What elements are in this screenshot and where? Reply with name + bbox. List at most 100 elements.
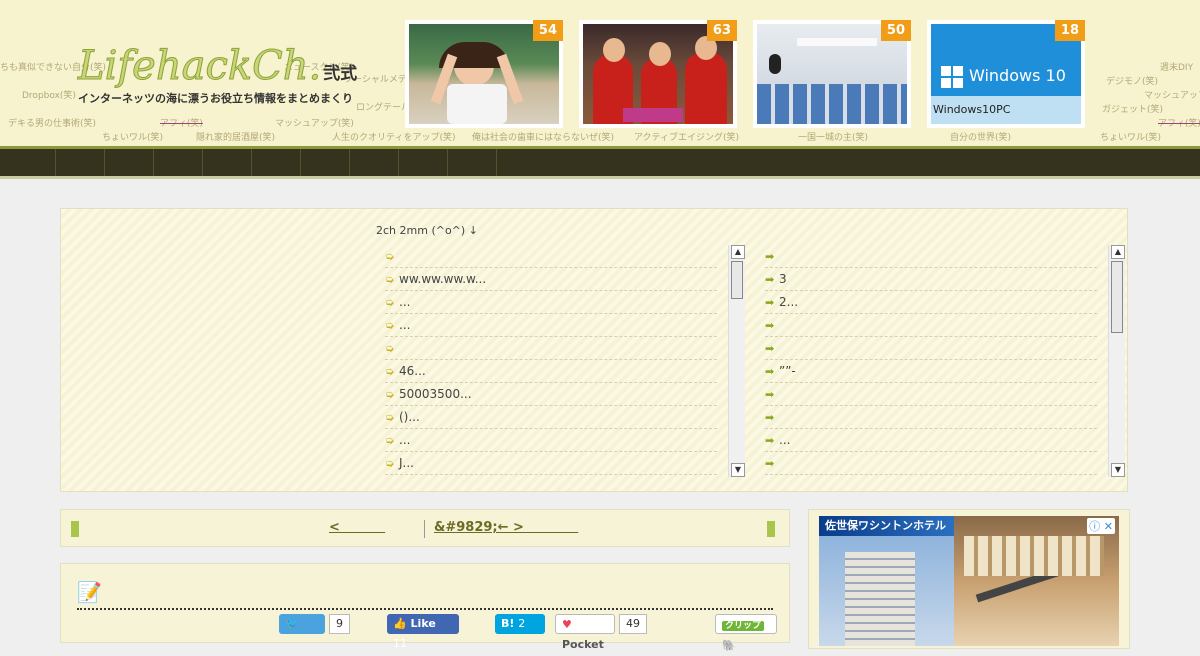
bg-tag[interactable]: 一国一城の主(笑)	[798, 130, 868, 143]
nav-item[interactable]	[55, 149, 104, 178]
bg-tag[interactable]: 人生のクオリティをアップ(笑)	[332, 130, 455, 143]
site-logo[interactable]: LifehackCh. 弐式 インターネッツの海に漂うお役立ち情報をまとめまくり	[77, 43, 358, 106]
arrow-icon: ➡	[765, 273, 775, 286]
bg-tag[interactable]: デジモノ(笑)	[1106, 74, 1158, 87]
featured-thumb-1[interactable]: 54	[405, 20, 563, 128]
bg-tag[interactable]: 自分の世界(笑)	[950, 130, 1011, 143]
list-item[interactable]: ➭ ww.ww.ww.w...	[385, 268, 717, 291]
nav-item[interactable]	[447, 149, 496, 178]
list-item[interactable]: ➡	[765, 314, 1097, 337]
bg-tag[interactable]: Dropbox(笑)	[22, 88, 76, 101]
scrollbar[interactable]: ▲ ▼	[728, 245, 745, 477]
list-item[interactable]: ➭	[385, 245, 717, 268]
arrow-icon: ➡	[765, 476, 779, 477]
scroll-down-icon[interactable]: ▼	[1111, 463, 1125, 477]
list-item[interactable]: ➡	[765, 383, 1097, 406]
ad-info-icon[interactable]: ⓘ ✕	[1087, 518, 1115, 534]
pocket-count: 49	[619, 614, 647, 634]
evernote-clip-button[interactable]: クリップ 🐘	[715, 614, 777, 652]
bg-tag[interactable]: アフィ(笑)	[160, 116, 203, 129]
next-article-link[interactable]: &#9829;← >	[434, 520, 578, 535]
list-item[interactable]: ➭ J...	[385, 452, 717, 475]
list-item[interactable]: ➭ ()...	[385, 406, 717, 429]
bg-tag[interactable]: マッシュアップ	[1144, 88, 1200, 101]
prev-article-link[interactable]: <	[329, 520, 385, 535]
hatena-bookmark-button[interactable]: B! 2	[495, 614, 545, 634]
nav-item[interactable]	[300, 149, 349, 178]
bg-tag[interactable]: アクティブエイジング(笑)	[634, 130, 739, 143]
twitter-button[interactable]: 🐦	[279, 614, 325, 634]
arrow-icon: ➭	[385, 457, 395, 470]
logo-main: LifehackCh.	[77, 43, 322, 89]
bg-tag[interactable]: 隠れ家的居酒屋(笑)	[196, 130, 275, 143]
bg-tag[interactable]: 週末DIY	[1160, 60, 1193, 73]
feed-list-left[interactable]: ➭ ➭ ww.ww.ww.w... ➭... ➭... ➭ ➭ 46... ➭ 500…	[375, 245, 745, 477]
featured-thumb-4[interactable]: Windows 10 Windows10PC 18	[927, 20, 1085, 128]
list-item[interactable]: ➡ 3	[765, 268, 1097, 291]
list-item[interactable]: ➭	[385, 337, 717, 360]
list-item[interactable]: ➡	[765, 337, 1097, 360]
bg-tag[interactable]: ガジェット(笑)	[1102, 102, 1163, 115]
memo-icon: 📝	[77, 580, 102, 604]
featured-thumb-2[interactable]: 63	[579, 20, 737, 128]
feed-title: 2ch 2mm (^o^) ↓	[376, 224, 478, 237]
featured-thumb-3[interactable]: 50	[753, 20, 911, 128]
list-item[interactable]: ➭ 46...	[385, 360, 717, 383]
scroll-up-icon[interactable]: ▲	[1111, 245, 1125, 259]
list-item[interactable]: ➡	[765, 245, 1097, 268]
windows10-text: Windows 10	[969, 66, 1066, 85]
scroll-thumb[interactable]	[731, 261, 743, 299]
bg-tag[interactable]: ロングテール	[356, 100, 410, 113]
feed-list-right[interactable]: ➡ ➡3 ➡2... ➡ ➡ ➡””- ➡ ➡ ➡... ➡ ➡ ▲ ▼	[755, 245, 1125, 477]
site-header: ちも真似できない自分(笑) ソーシャルメデ ニュースクル(笑) Dropbox(…	[0, 0, 1200, 146]
list-item[interactable]: ➡ ””-	[765, 360, 1097, 383]
bg-tag[interactable]: ちょいワル(笑)	[102, 130, 163, 143]
list-item[interactable]: ➭ 50003500...	[385, 383, 717, 406]
nav-item[interactable]	[398, 149, 447, 178]
nav-item[interactable]	[251, 149, 300, 178]
bg-tag[interactable]: アフィ(笑)	[1158, 116, 1200, 129]
comment-count-badge: 54	[532, 20, 563, 41]
scrollbar[interactable]: ▲ ▼	[1108, 245, 1125, 477]
arrow-icon: ➡	[765, 434, 775, 447]
bg-tag[interactable]: マッシュアップ(笑)	[275, 116, 354, 129]
nav-item[interactable]	[153, 149, 202, 178]
nav-item[interactable]	[0, 149, 55, 178]
article-box: 📝 🐦 9 👍 Like 11 B! 2 ♥ Pocket 49 クリップ 🐘	[60, 563, 790, 652]
list-item[interactable]: ➡	[765, 406, 1097, 429]
bg-tag[interactable]: ちょいワル(笑)	[1100, 130, 1161, 143]
bg-tag[interactable]: 俺は社会の歯車にはならないぜ(笑)	[472, 130, 614, 143]
list-item[interactable]: ➭	[385, 475, 717, 477]
list-item[interactable]: ➡...	[765, 429, 1097, 452]
hotel-ad-banner[interactable]: 佐世保ワシントンホテル ⓘ ✕	[819, 516, 1119, 646]
scroll-down-icon[interactable]: ▼	[731, 463, 745, 477]
nav-item[interactable]	[104, 149, 153, 178]
logo-suffix: 弐式	[323, 64, 358, 84]
list-item[interactable]: ➭...	[385, 314, 717, 337]
nav-divider	[496, 149, 497, 178]
list-item[interactable]: ➡	[765, 452, 1097, 475]
nav-item[interactable]	[202, 149, 251, 178]
ad-title: 佐世保ワシントンホテル	[819, 516, 954, 536]
thumbs-up-icon: 👍	[393, 617, 407, 630]
bg-tag[interactable]: デキる男の仕事術(笑)	[8, 116, 96, 129]
nav-underline	[0, 176, 1200, 179]
nav-item[interactable]	[349, 149, 398, 178]
list-item[interactable]: ➭...	[385, 429, 717, 452]
arrow-icon: ➭	[385, 476, 399, 477]
facebook-like-button[interactable]: 👍 Like 11	[387, 614, 459, 650]
list-item[interactable]: ➭...	[385, 291, 717, 314]
scroll-thumb[interactable]	[1111, 261, 1123, 333]
windows-logo-icon	[941, 66, 963, 88]
scroll-up-icon[interactable]: ▲	[731, 245, 745, 259]
evernote-icon: 🐘	[722, 639, 736, 652]
arrow-icon: ➡	[765, 250, 775, 263]
twitter-count: 9	[329, 614, 350, 634]
arrow-icon: ➡	[765, 296, 775, 309]
list-item[interactable]: ➡ 2...	[765, 291, 1097, 314]
arrow-icon: ➡	[765, 342, 775, 355]
list-item[interactable]: ➡	[765, 475, 1097, 477]
arrow-icon: ➭	[385, 273, 395, 286]
pocket-button[interactable]: ♥ Pocket	[555, 614, 615, 651]
arrow-icon: ➡	[765, 411, 775, 424]
